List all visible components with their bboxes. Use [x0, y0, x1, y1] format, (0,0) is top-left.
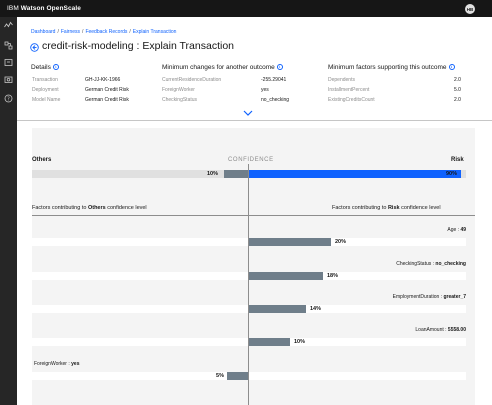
- chevron-down-icon[interactable]: [243, 110, 253, 116]
- risk-confidence-value: 90%: [446, 171, 458, 177]
- factor-divider: [32, 215, 475, 216]
- model-icon[interactable]: [4, 41, 13, 50]
- others-factors-heading: Factors contributing to Others confidenc…: [32, 205, 147, 211]
- brand-prefix: IBM: [7, 5, 19, 12]
- min-changes-value: no_checking: [261, 97, 290, 103]
- risk-label: Risk: [451, 157, 464, 163]
- details-value-model-name: German Credit Risk: [85, 97, 129, 103]
- help-icon[interactable]: ?: [4, 94, 13, 103]
- min-factors-value: 2.0: [454, 77, 461, 83]
- sidebar: ?: [0, 17, 17, 405]
- info-icon[interactable]: i: [448, 64, 455, 70]
- details-value-deployment: German Credit Risk: [85, 87, 129, 93]
- min-factors-value: 5.0: [454, 87, 461, 93]
- factor-value: 20%: [335, 239, 347, 245]
- risk-confidence-bar: [249, 170, 461, 178]
- min-changes-heading: Minimum changes for another outcome i: [162, 64, 283, 71]
- factor-bar[interactable]: [249, 305, 306, 313]
- factor-label: LoanAmount : 5558.00: [415, 327, 466, 333]
- breadcrumb-explain-transaction[interactable]: Explain Transaction: [133, 29, 177, 35]
- factor-bar[interactable]: [249, 238, 331, 246]
- app-brand[interactable]: IBM Watson OpenScale: [7, 5, 81, 12]
- svg-text:?: ?: [7, 96, 10, 102]
- factor-label: CheckingStatus : no_checking: [396, 261, 466, 267]
- breadcrumb: Dashboard / Fairness / Feedback Records / Expl…: [31, 29, 177, 35]
- min-factors-heading: Minimum factors supporting this outcome i: [328, 64, 455, 71]
- min-changes-value: yes: [261, 87, 269, 93]
- factor-track: [32, 372, 466, 380]
- risk-factors-heading: Factors contributing to Risk confidence …: [332, 205, 441, 211]
- factor-value: 14%: [310, 306, 322, 312]
- calculator-icon[interactable]: [4, 75, 13, 84]
- min-changes-key: ForeignWorker: [162, 87, 195, 93]
- info-icon[interactable]: i: [276, 64, 283, 70]
- top-bar: IBM Watson OpenScale HB: [0, 0, 492, 17]
- factor-bar[interactable]: [249, 338, 290, 346]
- min-factors-key: ExistingCreditsCount: [328, 97, 375, 103]
- center-axis: [248, 164, 249, 405]
- details-key-deployment: Deployment: [32, 87, 59, 93]
- confidence-label: CONFIDENCE: [228, 157, 274, 163]
- factor-value: 5%: [216, 373, 224, 379]
- breadcrumb-dashboard[interactable]: Dashboard: [31, 29, 55, 35]
- min-changes-key: CurrentResidenceDuration: [162, 77, 222, 83]
- main-content: Dashboard / Fairness / Feedback Records / Expl…: [17, 17, 492, 405]
- others-confidence-value: 10%: [207, 171, 219, 177]
- factor-label: ForeignWorker : yes: [34, 361, 80, 367]
- details-key-transaction: Transaction: [32, 77, 58, 83]
- others-label: Others: [32, 157, 52, 163]
- brand-name: Watson OpenScale: [20, 5, 81, 12]
- info-icon[interactable]: i: [52, 64, 59, 70]
- details-heading: Details i: [31, 64, 59, 71]
- min-factors-key: InstallmentPercent: [328, 87, 370, 93]
- details-key-model-name: Model Name: [32, 97, 61, 103]
- chart-icon[interactable]: [4, 58, 13, 67]
- factor-value: 10%: [294, 339, 306, 345]
- breadcrumb-fairness[interactable]: Fairness: [61, 29, 80, 35]
- breadcrumb-feedback-records[interactable]: Feedback Records: [85, 29, 127, 35]
- factor-label: Age : 49: [447, 227, 466, 233]
- others-confidence-bar: [224, 170, 248, 178]
- avatar[interactable]: HB: [465, 4, 475, 14]
- factor-label: EmploymentDuration : greater_7: [392, 294, 466, 300]
- details-value-transaction: GH-JJ-KK-1966: [85, 77, 121, 83]
- section-divider: [17, 120, 492, 121]
- factor-bar[interactable]: [227, 372, 248, 380]
- page-title: credit-risk-modeling : Explain Transacti…: [42, 40, 234, 52]
- min-factors-value: 2.0: [454, 97, 461, 103]
- activity-icon[interactable]: [4, 21, 13, 30]
- min-changes-key: CheckingStatus: [162, 97, 198, 103]
- factor-bar[interactable]: [249, 272, 323, 280]
- min-changes-value: -255.29041: [261, 77, 287, 83]
- factor-value: 18%: [327, 273, 339, 279]
- back-arrow-icon[interactable]: [30, 43, 39, 52]
- min-factors-key: Dependents: [328, 77, 355, 83]
